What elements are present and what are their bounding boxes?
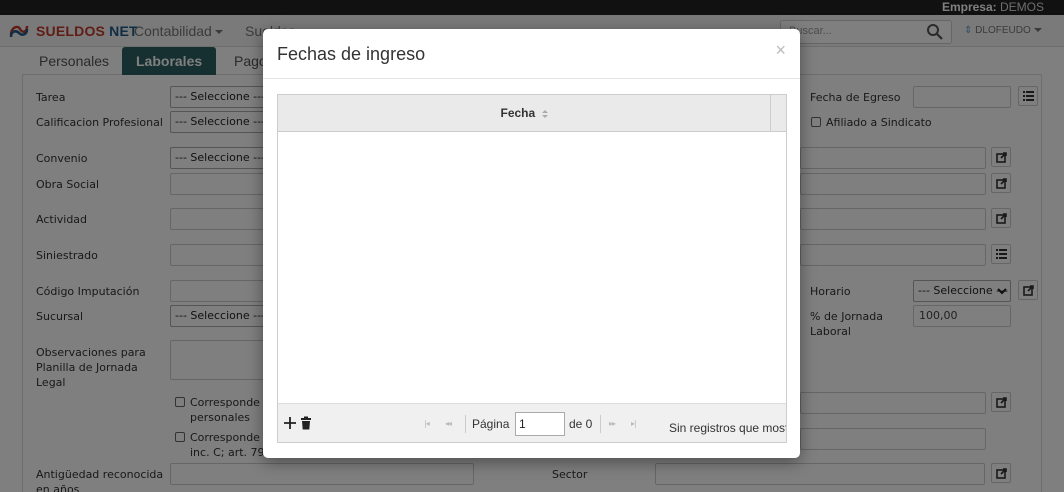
page-count: de 0	[569, 417, 593, 431]
page-label: Página	[472, 417, 510, 431]
pager-separator	[465, 415, 466, 433]
trash-icon[interactable]	[299, 416, 313, 430]
sort-icon	[541, 109, 548, 118]
add-icon[interactable]	[283, 416, 297, 430]
records-info: Sin registros que mostrar	[669, 421, 786, 435]
next-page-icon[interactable]: ▸▸	[609, 419, 616, 428]
page-number-input[interactable]: 1	[515, 412, 565, 436]
grid-pager: |◂ ◂◂ Página 1 de 0 ▸▸ ▸| Sin registros …	[278, 403, 786, 442]
last-page-icon[interactable]: ▸|	[631, 419, 637, 428]
grid-header: Fecha	[278, 95, 786, 132]
dialog-title: Fechas de ingreso	[277, 44, 426, 64]
grid-body	[278, 133, 786, 403]
prev-page-icon[interactable]: ◂◂	[445, 419, 452, 428]
close-icon[interactable]: ×	[775, 40, 786, 61]
fechas-ingreso-dialog: Fechas de ingreso × Fecha |◂ ◂◂ Página 1…	[263, 29, 800, 458]
fechas-grid: Fecha |◂ ◂◂ Página 1 de 0 ▸▸ ▸| Sin regi…	[277, 94, 787, 443]
column-header-fecha[interactable]: Fecha	[278, 95, 771, 132]
pager-separator	[600, 415, 601, 433]
dialog-header: Fechas de ingreso ×	[263, 29, 800, 79]
first-page-icon[interactable]: |◂	[424, 419, 430, 428]
column-header-label: Fecha	[500, 106, 536, 120]
